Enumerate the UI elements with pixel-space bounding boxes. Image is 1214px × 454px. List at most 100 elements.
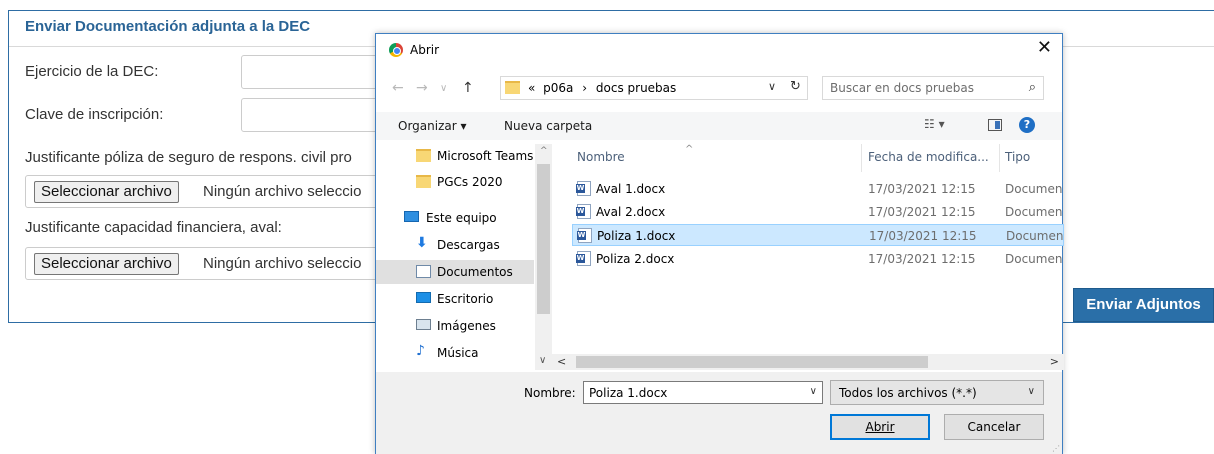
file-row[interactable]: Aval 1.docx 17/03/2021 12:15 Documen bbox=[572, 178, 1064, 200]
word-document-icon bbox=[577, 228, 592, 243]
send-attachments-button[interactable]: Enviar Adjuntos bbox=[1073, 288, 1214, 322]
scroll-left-icon[interactable]: < bbox=[557, 355, 566, 368]
filename-label: Nombre: bbox=[524, 386, 576, 400]
horizontal-scrollbar[interactable]: < > bbox=[552, 354, 1064, 370]
scroll-up-icon[interactable]: ^ bbox=[540, 146, 548, 156]
chrome-icon bbox=[389, 43, 403, 57]
column-header-type[interactable]: Tipo bbox=[1005, 150, 1030, 164]
cancel-button[interactable]: Cancelar bbox=[944, 414, 1044, 440]
aval-file-input[interactable]: Seleccionar archivo Ningún archivo selec… bbox=[25, 247, 405, 280]
nav-scrollbar[interactable]: ^ ∨ bbox=[535, 144, 552, 370]
breadcrumb-docs-pruebas[interactable]: docs pruebas bbox=[596, 81, 676, 95]
breadcrumb-separator: › bbox=[582, 81, 588, 95]
file-type: Documen bbox=[1006, 229, 1064, 243]
panel-title: Enviar Documentación adjunta a la DEC bbox=[25, 18, 311, 35]
help-icon[interactable]: ? bbox=[1019, 117, 1035, 133]
navigation-pane: Microsoft Teams PGCs 2020 Este equipo ⬇ … bbox=[376, 144, 552, 370]
poliza-label: Justificante póliza de seguro de respons… bbox=[25, 149, 352, 166]
ejercicio-input[interactable] bbox=[241, 55, 391, 89]
file-type: Documen bbox=[1005, 252, 1063, 266]
file-type-select[interactable]: Todos los archivos (*.*) ∨ bbox=[830, 380, 1044, 405]
file-type-value: Todos los archivos (*.*) bbox=[839, 386, 977, 400]
filename-input[interactable]: Poliza 1.docx ∨ bbox=[583, 381, 823, 404]
ejercicio-label: Ejercicio de la DEC: bbox=[25, 63, 159, 80]
clave-input[interactable] bbox=[241, 98, 391, 132]
new-folder-button[interactable]: Nueva carpeta bbox=[504, 119, 592, 133]
poliza-file-input[interactable]: Seleccionar archivo Ningún archivo selec… bbox=[25, 175, 405, 208]
nav-scroll-thumb[interactable] bbox=[537, 164, 550, 314]
pictures-icon bbox=[416, 319, 431, 330]
nav-item-escritorio[interactable]: Escritorio bbox=[376, 287, 534, 311]
download-icon: ⬇ bbox=[416, 235, 428, 251]
forward-arrow-icon[interactable]: → bbox=[416, 80, 428, 96]
nav-item-imagenes[interactable]: Imágenes bbox=[376, 314, 534, 338]
file-name: Poliza 2.docx bbox=[596, 252, 675, 266]
column-divider[interactable] bbox=[999, 144, 1000, 172]
word-document-icon bbox=[576, 251, 591, 266]
dialog-footer: Nombre: Poliza 1.docx ∨ Todos los archiv… bbox=[376, 372, 1062, 454]
file-row[interactable]: Poliza 2.docx 17/03/2021 12:15 Documen bbox=[572, 248, 1064, 270]
file-date: 17/03/2021 12:15 bbox=[868, 252, 976, 266]
back-arrow-icon[interactable]: ← bbox=[392, 80, 404, 96]
scroll-right-icon[interactable]: > bbox=[1050, 355, 1059, 368]
column-divider[interactable] bbox=[861, 144, 862, 172]
scroll-down-icon[interactable]: ∨ bbox=[539, 355, 546, 366]
file-row[interactable]: Aval 2.docx 17/03/2021 12:15 Documen bbox=[572, 201, 1064, 223]
search-input[interactable]: Buscar en docs pruebas ⌕ bbox=[822, 76, 1044, 100]
view-options-icon[interactable]: ☷ ▾ bbox=[924, 117, 945, 131]
breadcrumb-p06a[interactable]: p06a bbox=[543, 81, 573, 95]
nav-item-descargas[interactable]: ⬇ Descargas bbox=[376, 233, 534, 257]
poliza-file-status: Ningún archivo seleccio bbox=[203, 183, 362, 200]
dialog-toolbar: Organizar ▾ Nueva carpeta ☷ ▾ ? bbox=[376, 112, 1062, 140]
nav-label: Imágenes bbox=[437, 319, 496, 333]
address-bar[interactable]: « p06a › docs pruebas ∨ ↻ bbox=[500, 76, 808, 100]
search-icon[interactable]: ⌕ bbox=[1029, 80, 1036, 95]
open-file-dialog: Abrir ✕ ← → ∨ ↑ « p06a › docs pruebas ∨ … bbox=[375, 33, 1064, 454]
clave-label: Clave de inscripción: bbox=[25, 106, 164, 123]
file-type-dropdown-icon: ∨ bbox=[1027, 386, 1035, 397]
preview-pane-icon[interactable] bbox=[988, 119, 1002, 131]
nav-item-pgcs-2020[interactable]: PGCs 2020 bbox=[376, 170, 534, 194]
sort-ascending-icon: ^ bbox=[685, 144, 694, 155]
folder-icon bbox=[416, 149, 431, 162]
column-header-date[interactable]: Fecha de modifica... bbox=[868, 150, 989, 164]
nav-label: Música bbox=[437, 346, 479, 360]
nav-item-microsoft-teams[interactable]: Microsoft Teams bbox=[376, 144, 534, 168]
address-dropdown-icon[interactable]: ∨ bbox=[768, 80, 776, 93]
up-arrow-icon[interactable]: ↑ bbox=[462, 80, 474, 96]
breadcrumb-overflow[interactable]: « bbox=[528, 81, 535, 95]
horizontal-scroll-thumb[interactable] bbox=[576, 356, 928, 368]
filename-dropdown-icon[interactable]: ∨ bbox=[810, 386, 817, 397]
open-button[interactable]: Abrir bbox=[830, 414, 930, 440]
file-type: Documen bbox=[1005, 205, 1063, 219]
file-type: Documen bbox=[1005, 182, 1063, 196]
nav-label: PGCs 2020 bbox=[437, 175, 503, 189]
computer-icon bbox=[404, 211, 419, 222]
file-row-selected[interactable]: Poliza 1.docx 17/03/2021 12:15 Documen bbox=[572, 224, 1064, 246]
file-date: 17/03/2021 12:15 bbox=[869, 229, 977, 243]
nav-label: Escritorio bbox=[437, 292, 494, 306]
refresh-icon[interactable]: ↻ bbox=[790, 79, 801, 94]
column-header-name[interactable]: Nombre ^ bbox=[577, 144, 693, 164]
music-icon: ♪ bbox=[416, 343, 425, 359]
poliza-select-file-button[interactable]: Seleccionar archivo bbox=[34, 181, 179, 203]
organize-menu[interactable]: Organizar ▾ bbox=[398, 119, 467, 133]
nav-label: Microsoft Teams bbox=[437, 149, 534, 163]
dialog-titlebar[interactable]: Abrir ✕ bbox=[376, 34, 1062, 66]
desktop-icon bbox=[416, 292, 431, 303]
nav-item-musica[interactable]: ♪ Música bbox=[376, 341, 534, 365]
folder-icon bbox=[505, 81, 520, 94]
aval-select-file-button[interactable]: Seleccionar archivo bbox=[34, 253, 179, 275]
close-icon[interactable]: ✕ bbox=[1037, 39, 1052, 57]
resize-grip-icon[interactable]: ⋰ bbox=[1052, 444, 1060, 453]
recent-dropdown-icon[interactable]: ∨ bbox=[440, 83, 447, 94]
aval-file-status: Ningún archivo seleccio bbox=[203, 255, 362, 272]
filename-value: Poliza 1.docx bbox=[589, 386, 668, 400]
folder-icon bbox=[416, 175, 431, 188]
search-placeholder: Buscar en docs pruebas bbox=[830, 81, 974, 95]
file-name: Aval 2.docx bbox=[596, 205, 666, 219]
nav-item-este-equipo[interactable]: Este equipo bbox=[376, 206, 534, 230]
nav-item-documentos[interactable]: Documentos bbox=[376, 260, 534, 284]
documents-icon bbox=[416, 265, 431, 278]
breadcrumb: « p06a › docs pruebas bbox=[528, 81, 676, 95]
